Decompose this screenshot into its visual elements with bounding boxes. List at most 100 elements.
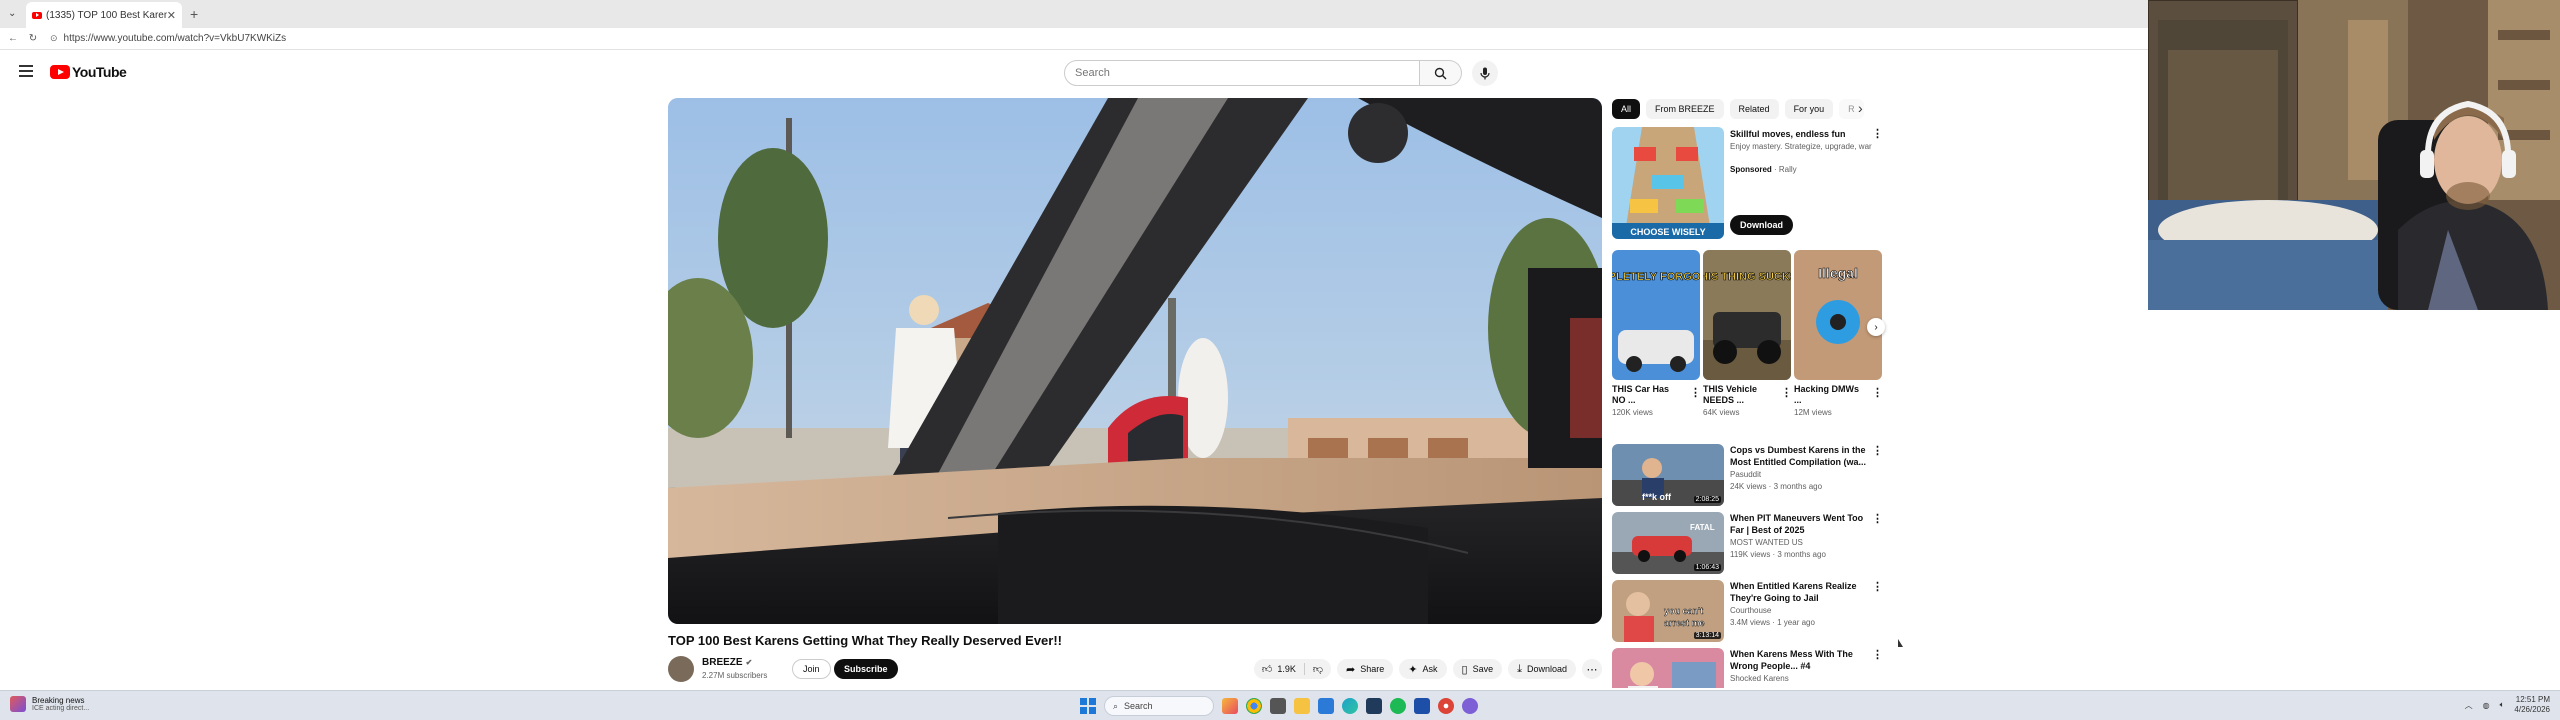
media-player-icon[interactable]	[1414, 698, 1430, 714]
more-vert-icon[interactable]: ⋮	[1872, 444, 1883, 457]
chip-for-you[interactable]: For you	[1784, 99, 1834, 119]
recommended-video[interactable]: When Karens Mess With The Wrong People..…	[1612, 648, 1882, 688]
more-vert-icon[interactable]: ⋮	[1872, 386, 1883, 399]
channel-name-wrap[interactable]: BREEZE ✔	[702, 657, 752, 668]
dislike-button[interactable]: 👎︎	[1305, 663, 1331, 675]
browser-tab[interactable]: (1335) TOP 100 Best Karens G... ✕	[26, 2, 182, 28]
more-vert-icon[interactable]: ⋮	[1872, 648, 1882, 661]
sparkle-icon: ✦	[1408, 663, 1418, 676]
video-thumbnail[interactable]: FATAL 1:06:43	[1612, 512, 1724, 574]
terminal-icon[interactable]	[1366, 698, 1382, 714]
shorts-next-chevron-icon[interactable]: ›	[1867, 318, 1885, 336]
share-label: Share	[1360, 664, 1385, 674]
reload-icon[interactable]: ↻	[26, 33, 40, 44]
video-thumbnail[interactable]: f**k off 2:08:25	[1612, 444, 1724, 506]
task-view-icon[interactable]	[1270, 698, 1286, 714]
volume-icon[interactable]: 🔈︎	[2500, 700, 2505, 710]
short-title[interactable]: THIS Vehicle NEEDS ...	[1703, 384, 1773, 406]
ask-button[interactable]: ✦ Ask	[1399, 659, 1447, 679]
short-title[interactable]: THIS Car Has NO ...	[1612, 384, 1682, 406]
ad-card[interactable]: CHOOSE WISELY Skillful moves, endless fu…	[1612, 127, 1883, 239]
more-actions-icon[interactable]: ⋯	[1582, 659, 1602, 679]
spotify-icon[interactable]	[1390, 698, 1406, 714]
taskbar: Breaking news ICE acting direct... ⌕ Sear…	[0, 690, 2560, 720]
short-title[interactable]: Hacking DMWs ...	[1794, 384, 1864, 406]
chip-related[interactable]: Related	[1729, 99, 1779, 119]
ad-title[interactable]: Skillful moves, endless fun	[1730, 129, 1846, 139]
join-button[interactable]: Join	[792, 659, 831, 679]
new-tab-plus-icon[interactable]: +	[190, 6, 198, 22]
short-item[interactable]: COMPLETELY FORGOTTEN THIS Car Has NO ...…	[1612, 250, 1701, 417]
video-duration: 3:13:14	[1693, 632, 1721, 639]
video-channel[interactable]: Pasuddit	[1730, 470, 1761, 479]
video-thumbnail[interactable]	[1612, 648, 1724, 688]
video-title-link[interactable]: When PIT Maneuvers Went Too Far | Best o…	[1730, 512, 1870, 536]
taskbar-search[interactable]: ⌕ Search	[1104, 696, 1214, 716]
subscribe-button[interactable]: Subscribe	[834, 659, 898, 679]
network-icon[interactable]: ◍	[2483, 701, 2490, 710]
more-vert-icon[interactable]: ⋮	[1872, 512, 1883, 525]
short-thumbnail[interactable]: COMPLETELY FORGOTTEN	[1612, 250, 1700, 380]
shorts-shelf: COMPLETELY FORGOTTEN THIS Car Has NO ...…	[1612, 250, 1883, 432]
share-button[interactable]: ➦ Share	[1337, 659, 1394, 679]
site-info-icon[interactable]: ⊙	[50, 33, 58, 44]
search-button[interactable]	[1420, 60, 1462, 86]
video-title-link[interactable]: Cops vs Dumbest Karens in the Most Entit…	[1730, 444, 1870, 468]
video-player[interactable]	[668, 98, 1602, 624]
browser-tabstrip: ⌄ (1335) TOP 100 Best Karens G... ✕ +	[0, 0, 2148, 28]
tab-list-chevron-icon[interactable]: ⌄	[8, 8, 16, 19]
video-channel[interactable]: MOST WANTED US	[1730, 538, 1803, 547]
more-vert-icon[interactable]: ⋮	[1690, 386, 1701, 399]
voice-search-button[interactable]	[1472, 60, 1498, 86]
file-explorer-icon[interactable]	[1294, 698, 1310, 714]
recommended-video[interactable]: f**k off 2:08:25 Cops vs Dumbest Karens …	[1612, 444, 1883, 506]
channel-name[interactable]: BREEZE	[702, 657, 743, 668]
widgets-icon[interactable]	[1222, 698, 1238, 714]
recommended-video[interactable]: FATAL 1:06:43 When PIT Maneuvers Went To…	[1612, 512, 1883, 574]
ad-download-button[interactable]: Download	[1730, 215, 1793, 235]
video-channel[interactable]: Shocked Karens	[1730, 674, 1789, 683]
action-bar: 👍︎ 1.9K 👎︎ ➦ Share ✦ Ask ▯ Save ⤓ Download ⋯	[1253, 659, 1602, 679]
ad-meta: Sponsored · Rally	[1730, 165, 1797, 174]
close-icon[interactable]: ✕	[167, 9, 176, 22]
more-vert-icon[interactable]: ⋮	[1781, 386, 1792, 399]
video-title-link[interactable]: When Karens Mess With The Wrong People..…	[1730, 648, 1870, 672]
channel-avatar[interactable]	[668, 656, 694, 682]
back-arrow-icon[interactable]: ←	[6, 33, 20, 44]
windows-start-icon[interactable]	[1080, 698, 1096, 714]
store-icon[interactable]	[1318, 698, 1334, 714]
short-item[interactable]: THIS THING SUCKS! THIS Vehicle NEEDS ...…	[1703, 250, 1792, 417]
chip-all[interactable]: All	[1612, 99, 1641, 119]
news-widget[interactable]: Breaking news ICE acting direct...	[10, 696, 89, 712]
url-field[interactable]: https://www.youtube.com/watch?v=VkbU7KWK…	[64, 33, 287, 44]
video-channel[interactable]: Courthouse	[1730, 606, 1771, 615]
short-thumbnail[interactable]: Illegal	[1794, 250, 1882, 380]
chrome-alt-icon[interactable]	[1438, 698, 1454, 714]
clock-date: 4/26/2026	[2514, 705, 2550, 714]
search-input[interactable]	[1075, 67, 1419, 79]
download-button[interactable]: ⤓ Download	[1508, 659, 1576, 679]
short-thumb-image: THIS THING SUCKS!	[1703, 250, 1791, 380]
video-title-link[interactable]: When Entitled Karens Realize They're Goi…	[1730, 580, 1870, 604]
tab-title: (1335) TOP 100 Best Karens G...	[46, 9, 167, 21]
video-thumbnail[interactable]: you can't arrest me 3:13:14	[1612, 580, 1724, 642]
clock[interactable]: 12:51 PM 4/26/2026	[2514, 695, 2550, 715]
chevron-up-icon[interactable]: ︿	[2465, 700, 2473, 711]
browser-icon[interactable]	[1462, 698, 1478, 714]
video-duration: 1:06:43	[1693, 564, 1721, 571]
download-label: Download	[1526, 664, 1567, 674]
more-vert-icon[interactable]: ⋮	[1872, 127, 1883, 140]
chip-from-breeze[interactable]: From BREEZE	[1646, 99, 1724, 119]
more-vert-icon[interactable]: ⋮	[1872, 580, 1883, 593]
chrome-icon[interactable]	[1246, 698, 1262, 714]
recommended-video[interactable]: you can't arrest me 3:13:14 When Entitle…	[1612, 580, 1883, 642]
short-thumbnail[interactable]: THIS THING SUCKS!	[1703, 250, 1791, 380]
ad-thumbnail[interactable]: CHOOSE WISELY	[1612, 127, 1724, 239]
short-thumb-image: Illegal	[1794, 250, 1882, 380]
chevron-right-icon[interactable]: ›	[1858, 100, 1863, 116]
youtube-logo[interactable]: YouTube	[50, 64, 127, 80]
menu-icon[interactable]	[19, 65, 33, 77]
save-button[interactable]: ▯ Save	[1452, 659, 1503, 679]
edge-icon[interactable]	[1342, 698, 1358, 714]
like-button[interactable]: 👍︎ 1.9K	[1254, 663, 1305, 675]
